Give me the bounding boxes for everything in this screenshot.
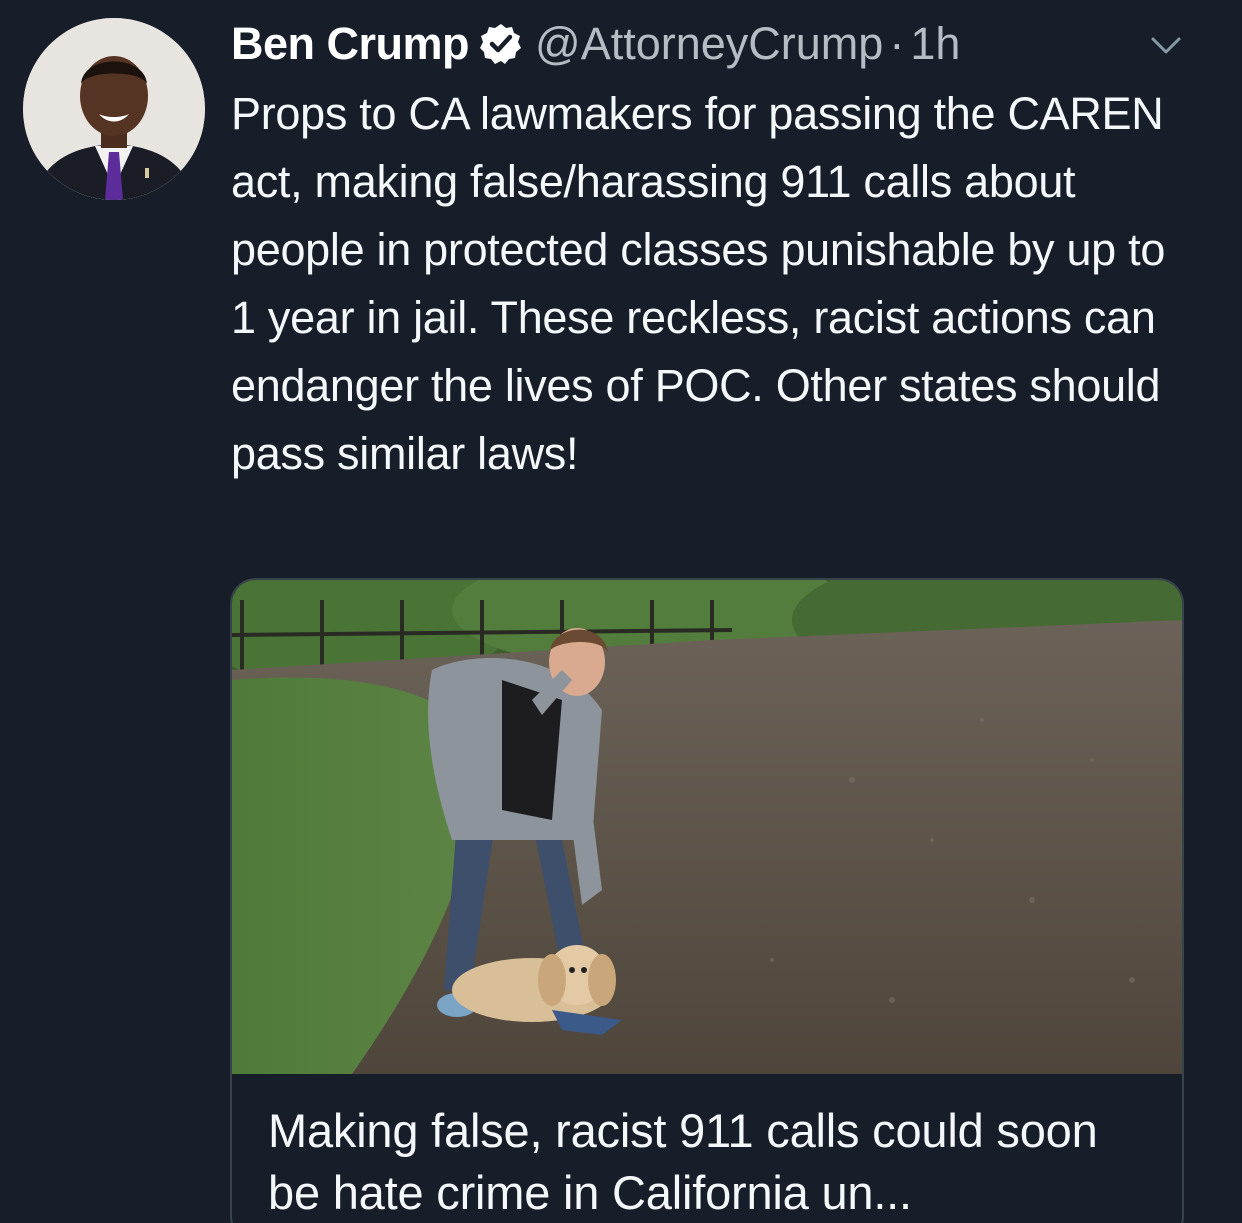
- tweet: Ben Crump @AttorneyCrump · 1h Props to C…: [0, 0, 1242, 1223]
- avatar-portrait-image: [23, 18, 205, 200]
- avatar[interactable]: [23, 18, 205, 200]
- tweet-text: Props to CA lawmakers for passing the CA…: [231, 88, 1166, 479]
- display-name[interactable]: Ben Crump: [231, 18, 470, 70]
- link-card[interactable]: Making false, racist 911 calls could soo…: [230, 578, 1184, 1223]
- verified-badge-icon: [479, 22, 523, 66]
- handle[interactable]: @AttorneyCrump: [535, 18, 883, 70]
- park-photo-image: [232, 580, 1182, 1074]
- card-title[interactable]: Making false, racist 911 calls could soo…: [268, 1100, 1158, 1223]
- chevron-down-icon[interactable]: [1146, 30, 1186, 60]
- timestamp[interactable]: 1h: [910, 18, 960, 70]
- card-image[interactable]: [232, 580, 1182, 1074]
- separator-dot: ·: [889, 18, 905, 69]
- tweet-header: Ben Crump @AttorneyCrump · 1h: [231, 14, 960, 74]
